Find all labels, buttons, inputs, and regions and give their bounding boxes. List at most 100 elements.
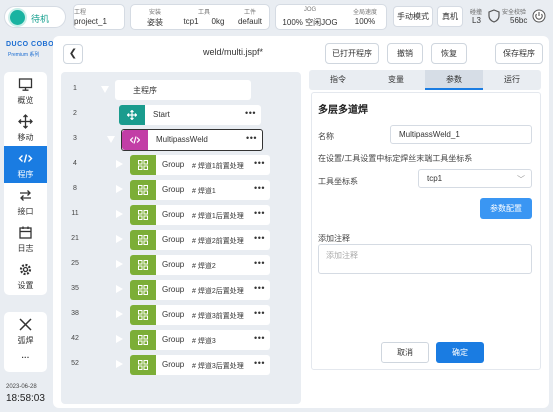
group-node[interactable]: Group # 焊道3前置处理 •••	[130, 305, 270, 325]
tree-row-group[interactable]: 11 Group # 焊道1后置处理 •••	[61, 204, 301, 226]
cancel-button[interactable]: 取消	[381, 342, 429, 363]
collapse-arrow-icon[interactable]	[101, 86, 109, 93]
sidebar-item-interface[interactable]: 接口	[4, 183, 47, 220]
more-options-icon[interactable]: •••	[254, 158, 265, 168]
install-value: 姿装	[147, 18, 163, 27]
robot-config-info: 安装 姿装 工具 tcp1 0kg 工件 default	[130, 4, 270, 30]
jog-value: 100% 空闲JOG	[282, 18, 338, 27]
expand-arrow-icon[interactable]	[116, 335, 123, 343]
multipass-weld-node[interactable]: MultipassWeld •••	[121, 129, 263, 151]
tree-row-start[interactable]: 2 Start •••	[61, 104, 301, 126]
tree-row-group[interactable]: 42 Group # 焊道3 •••	[61, 329, 301, 351]
expand-arrow-icon[interactable]	[116, 185, 123, 193]
power-icon[interactable]	[532, 9, 546, 23]
sidebar-item-move[interactable]: 移动	[4, 109, 47, 146]
expand-arrow-icon[interactable]	[116, 160, 123, 168]
robot-status-indicator[interactable]: 待机	[4, 6, 66, 28]
line-number: 1	[73, 85, 77, 92]
collapse-arrow-icon[interactable]	[107, 136, 115, 143]
expand-arrow-icon[interactable]	[116, 360, 123, 368]
name-field[interactable]: MultipassWeld_1	[390, 125, 532, 144]
more-options-icon[interactable]: •••	[254, 233, 265, 243]
more-options-icon[interactable]: •••	[246, 133, 257, 143]
safety-value: 56bc	[510, 16, 528, 25]
grid-icon	[138, 310, 148, 320]
group-badge	[130, 180, 156, 200]
manual-mode-button[interactable]: 手动模式	[393, 6, 433, 27]
expand-arrow-icon[interactable]	[116, 260, 123, 268]
confirm-button[interactable]: 确定	[436, 342, 484, 363]
save-program-button[interactable]: 保存程序	[495, 43, 543, 64]
tab-parameters[interactable]: 参数	[425, 70, 483, 90]
expand-arrow-icon[interactable]	[116, 235, 123, 243]
group-node[interactable]: Group # 焊道3 •••	[130, 330, 270, 350]
tree-row-root[interactable]: 1 主程序	[61, 79, 301, 101]
tab-run[interactable]: 运行	[483, 70, 541, 90]
shield-icon	[488, 9, 500, 23]
more-options-icon[interactable]: •••	[245, 108, 256, 118]
sidebar-item-log[interactable]: 日志	[4, 220, 47, 257]
node-label: Group	[162, 285, 185, 294]
node-label: Group	[162, 335, 185, 344]
tree-row-group[interactable]: 38 Group # 焊道3前置处理 •••	[61, 304, 301, 326]
start-node[interactable]: Start •••	[119, 105, 261, 125]
sidebar-item-label: 接口	[17, 207, 34, 216]
expand-arrow-icon[interactable]	[116, 310, 123, 318]
undo-button[interactable]: 撤销	[387, 43, 423, 64]
group-node[interactable]: Group # 焊道3后置处理 •••	[130, 355, 270, 375]
more-options-icon[interactable]: •••	[254, 183, 265, 193]
sidebar-item-welding[interactable]: 弧焊	[4, 312, 47, 349]
more-options-icon[interactable]: •••	[254, 358, 265, 368]
workpiece-value: default	[237, 17, 263, 26]
group-node[interactable]: Group # 焊道2后置处理 •••	[130, 280, 270, 300]
code-icon	[18, 154, 33, 163]
tool-hint: 在设置/工具设置中标定焊丝末端工具坐标系	[318, 154, 473, 163]
more-options-icon[interactable]: •••	[254, 308, 265, 318]
more-options-icon[interactable]: •••	[254, 258, 265, 268]
node-label: Group	[162, 160, 185, 169]
sidebar-more-button[interactable]: ···	[4, 350, 47, 370]
group-node[interactable]: Group # 焊道2 •••	[130, 255, 270, 275]
tree-row-group[interactable]: 25 Group # 焊道2 •••	[61, 254, 301, 276]
tree-row-group[interactable]: 21 Group # 焊道2前置处理 •••	[61, 229, 301, 251]
tool-frame-select[interactable]: tcp1 ﹀	[418, 169, 532, 188]
grid-icon	[138, 210, 148, 220]
group-node[interactable]: Group # 焊道2前置处理 •••	[130, 230, 270, 250]
expand-arrow-icon[interactable]	[116, 285, 123, 293]
sidebar-item-settings[interactable]: 设置	[4, 257, 47, 294]
tab-variables[interactable]: 变量	[367, 70, 425, 90]
more-options-icon[interactable]: •••	[254, 208, 265, 218]
tree-row-group[interactable]: 4 Group # 焊道1前置处理 •••	[61, 154, 301, 176]
param-config-button[interactable]: 参数配置	[480, 198, 532, 219]
real-robot-button[interactable]: 真机	[437, 6, 463, 27]
sidebar-item-program[interactable]: 程序	[4, 146, 47, 183]
node-label: MultipassWeld	[156, 135, 208, 144]
back-button[interactable]: ❮	[63, 44, 83, 64]
comment-textarea[interactable]: 添加注释	[318, 244, 532, 274]
sidebar-item-label: 设置	[17, 281, 34, 290]
more-options-icon[interactable]: •••	[254, 333, 265, 343]
group-node[interactable]: Group # 焊道1前置处理 •••	[130, 155, 270, 175]
group-node[interactable]: Group # 焊道1后置处理 •••	[130, 205, 270, 225]
tree-row-group[interactable]: 8 Group # 焊道1 •••	[61, 179, 301, 201]
redo-button[interactable]: 恢复	[431, 43, 467, 64]
group-node[interactable]: Group # 焊道1 •••	[130, 180, 270, 200]
project-key: 工程	[74, 10, 87, 16]
line-number: 4	[73, 160, 77, 167]
open-program-button[interactable]: 已打开程序	[325, 43, 379, 64]
tool-frame-label: 工具坐标系	[318, 177, 358, 186]
main-program-node[interactable]: 主程序	[115, 80, 251, 100]
install-key: 安装	[148, 10, 161, 16]
node-comment: # 焊道1后置处理	[192, 213, 244, 220]
sidebar-item-overview[interactable]: 概览	[4, 72, 47, 109]
more-options-icon[interactable]: •••	[254, 283, 265, 293]
tool-key: 工具	[197, 10, 210, 16]
group-badge	[130, 155, 156, 175]
node-comment: # 焊道3后置处理	[192, 363, 244, 370]
expand-arrow-icon[interactable]	[116, 210, 123, 218]
tree-row-group[interactable]: 35 Group # 焊道2后置处理 •••	[61, 279, 301, 301]
tab-instructions[interactable]: 指令	[309, 70, 367, 90]
tree-row-group[interactable]: 52 Group # 焊道3后置处理 •••	[61, 354, 301, 376]
node-label: Group	[162, 210, 185, 219]
tree-row-multipass[interactable]: 3 MultipassWeld •••	[61, 129, 301, 151]
